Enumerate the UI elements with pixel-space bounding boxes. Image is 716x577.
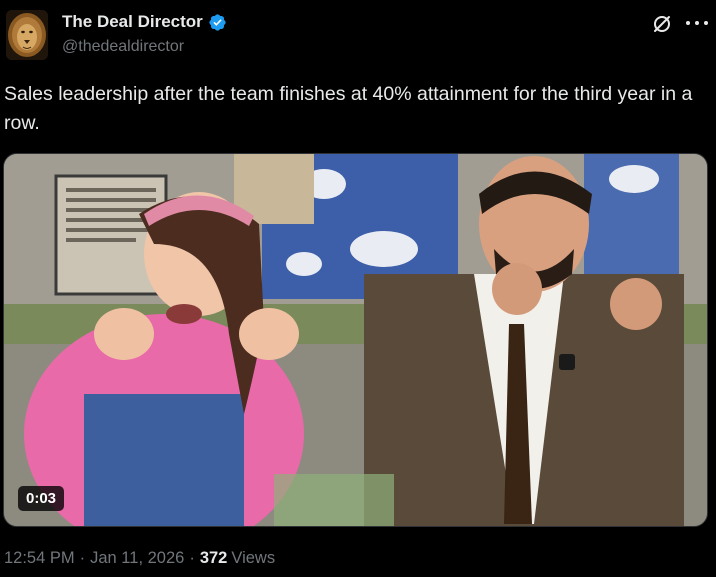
meta-separator: · (79, 549, 86, 567)
more-dots-icon[interactable] (686, 14, 708, 32)
lion-avatar-icon (6, 10, 48, 60)
meta-separator: · (189, 549, 195, 567)
post-meta: 12:54 PM · Jan 11, 2026 · 372 Views (4, 549, 275, 568)
video-duration-badge: 0:03 (18, 486, 65, 511)
post-text: Sales leadership after the team finishes… (4, 83, 693, 134)
post-header: The Deal Director @thedealdirector (0, 0, 716, 70)
author-name-row: The Deal Director (62, 12, 227, 32)
video-player[interactable] (3, 153, 708, 527)
author-avatar[interactable] (6, 10, 48, 60)
post-time[interactable]: 12:54 PM (4, 549, 75, 568)
grok-slash-icon[interactable] (652, 14, 672, 34)
author-handle[interactable]: @thedealdirector (62, 38, 184, 56)
video-frame (4, 154, 707, 526)
post-date[interactable]: Jan 11, 2026 (90, 549, 184, 568)
views-label[interactable]: Views (231, 549, 275, 568)
verified-badge-icon[interactable] (208, 13, 227, 32)
author-display-name[interactable]: The Deal Director (62, 12, 203, 32)
views-count[interactable]: 372 (200, 549, 228, 568)
